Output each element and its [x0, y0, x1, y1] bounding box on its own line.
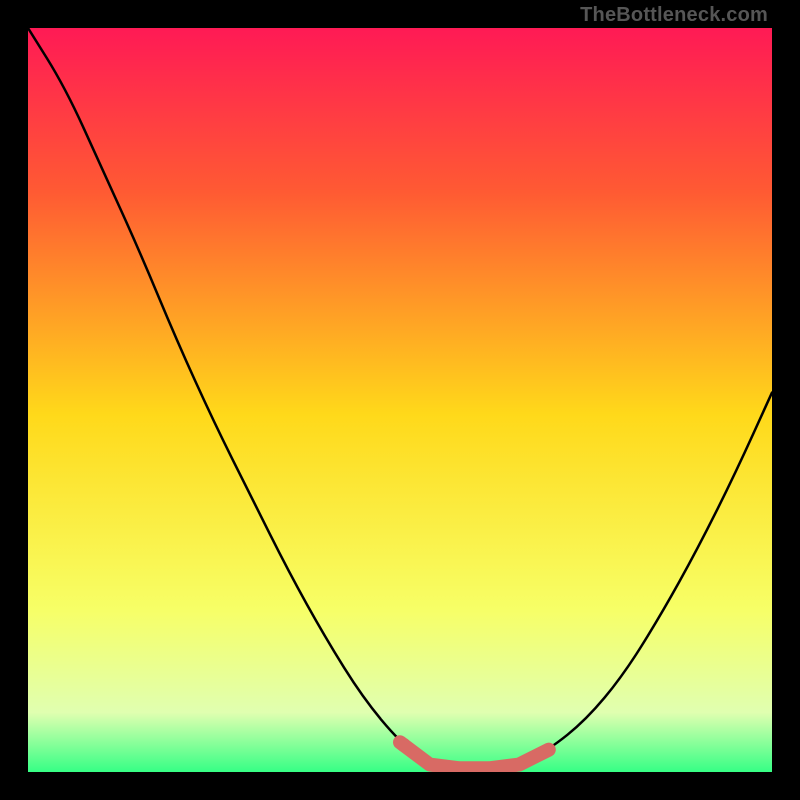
- chart-svg: [28, 28, 772, 772]
- chart-frame: [28, 28, 772, 772]
- valley-marker-dot: [397, 738, 411, 752]
- watermark-text: TheBottleneck.com: [580, 4, 768, 27]
- gradient-background: [28, 28, 772, 772]
